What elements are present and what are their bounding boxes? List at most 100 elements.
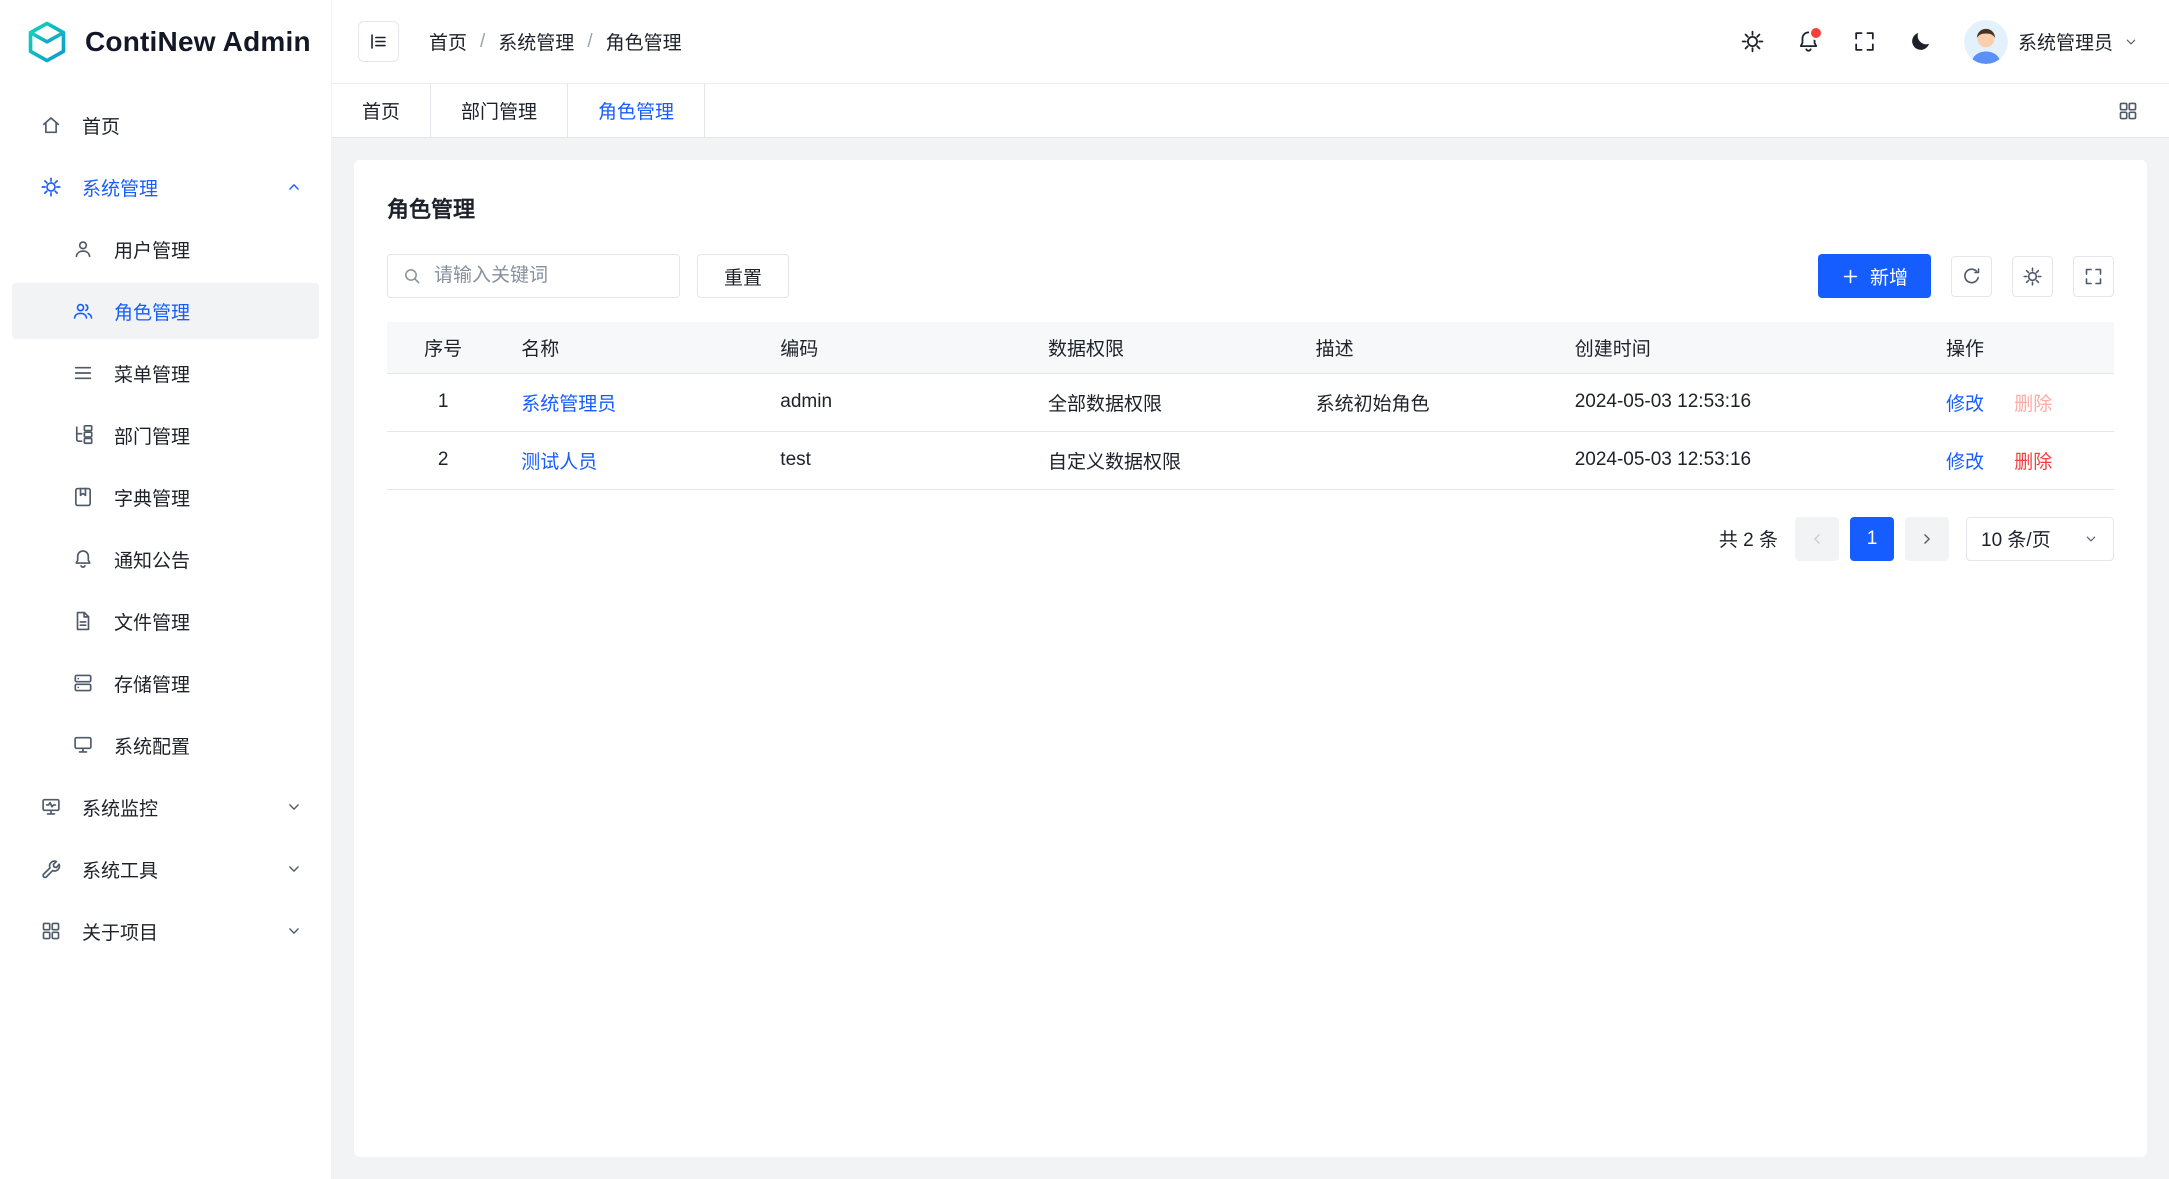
tab-home[interactable]: 首页 [332,84,431,137]
app-logo: ContiNew Admin [0,0,331,83]
table-row: 1 系统管理员 admin 全部数据权限 系统初始角色 2024-05-03 1… [387,373,2114,431]
table-toolbar: 重置 新增 [387,254,2114,298]
breadcrumb-separator: / [587,31,592,53]
sidebar-item-notice[interactable]: 通知公告 [12,531,319,587]
sidebar-item-system-tools[interactable]: 系统工具 [12,841,319,897]
refresh-icon [1961,266,1982,287]
menu-lines-icon [72,362,94,384]
search-icon [402,266,422,286]
cell-desc [1294,431,1553,489]
bell-icon [72,548,94,570]
search-input[interactable] [432,264,665,288]
sidebar-item-role-management[interactable]: 角色管理 [12,283,319,339]
tab-label: 部门管理 [461,97,537,124]
sidebar-item-label: 系统管理 [82,174,158,201]
tab-label: 角色管理 [598,97,674,124]
tab-actions-button[interactable] [2087,84,2169,137]
role-name-link[interactable]: 测试人员 [521,452,597,473]
delete-link-disabled[interactable]: 删除 [2014,394,2052,415]
sidebar: ContiNew Admin 首页 系统管理 用户管理 角色管理 [0,0,332,1179]
tree-icon [72,424,94,446]
chevron-down-icon [2123,34,2139,50]
desktop-icon [72,734,94,756]
sidebar-item-home[interactable]: 首页 [12,97,319,153]
app-title: ContiNew Admin [85,26,311,58]
table-row: 2 测试人员 test 自定义数据权限 2024-05-03 12:53:16 … [387,431,2114,489]
column-header-desc: 描述 [1294,322,1553,373]
user-name: 系统管理员 [2018,28,2113,55]
sidebar-item-label: 通知公告 [114,546,190,573]
cell-code: test [758,431,1026,489]
fullscreen-button[interactable] [1852,29,1877,54]
edit-link[interactable]: 修改 [1946,394,1984,415]
collapse-sidebar-button[interactable] [358,21,399,62]
cell-scope: 自定义数据权限 [1026,431,1294,489]
menu-fold-icon [368,31,389,52]
page-title: 角色管理 [387,192,2114,224]
pagination-total: 共 2 条 [1719,525,1778,552]
breadcrumb-item-current: 角色管理 [606,28,682,55]
roles-card: 角色管理 重置 新增 [354,160,2147,1157]
column-header-name: 名称 [499,322,758,373]
dark-mode-button[interactable] [1908,29,1933,54]
next-page-button[interactable] [1905,517,1949,561]
breadcrumb-item[interactable]: 首页 [429,28,467,55]
expand-table-button[interactable] [2073,256,2114,297]
sidebar-item-file-management[interactable]: 文件管理 [12,593,319,649]
add-button-label: 新增 [1870,263,1908,290]
reset-button[interactable]: 重置 [697,254,789,298]
notifications-button[interactable] [1796,29,1821,54]
sidebar-item-system-monitor[interactable]: 系统监控 [12,779,319,835]
sidebar-item-system-management[interactable]: 系统管理 [12,159,319,215]
prev-page-button[interactable] [1795,517,1839,561]
plus-icon [1841,267,1860,286]
tab-dept-management[interactable]: 部门管理 [431,84,568,137]
page-size-value: 10 条/页 [1981,525,2051,552]
delete-link[interactable]: 删除 [2014,452,2052,473]
cell-created: 2024-05-03 12:53:16 [1553,373,1924,431]
gear-icon [2022,266,2043,287]
tab-bar: 首页 部门管理 角色管理 [332,83,2169,138]
bell-icon [1796,29,1821,54]
gear-icon [1740,29,1765,54]
tab-role-management[interactable]: 角色管理 [568,84,705,137]
column-settings-button[interactable] [2012,256,2053,297]
sidebar-item-about-project[interactable]: 关于项目 [12,903,319,959]
column-header-created: 创建时间 [1553,322,1924,373]
sidebar-item-label: 菜单管理 [114,360,190,387]
settings-button[interactable] [1740,29,1765,54]
tab-bar-spacer [705,84,2087,137]
app-window: ContiNew Admin 首页 系统管理 用户管理 角色管理 [0,0,2169,1179]
column-header-scope: 数据权限 [1026,322,1294,373]
page-size-select[interactable]: 10 条/页 [1966,517,2114,561]
sidebar-item-user-management[interactable]: 用户管理 [12,221,319,277]
breadcrumb: 首页 / 系统管理 / 角色管理 [429,28,682,55]
fullscreen-icon [1852,29,1877,54]
refresh-button[interactable] [1951,256,1992,297]
column-header-index: 序号 [387,322,499,373]
sidebar-item-label: 首页 [82,112,120,139]
column-header-actions: 操作 [1924,322,2114,373]
chevron-down-icon [285,922,303,940]
storage-icon [72,672,94,694]
cell-desc: 系统初始角色 [1294,373,1553,431]
main-area: 首页 / 系统管理 / 角色管理 [332,0,2169,1179]
add-button[interactable]: 新增 [1818,254,1931,298]
content-area: 角色管理 重置 新增 [332,138,2169,1179]
page-1-button[interactable]: 1 [1850,517,1894,561]
avatar [1964,20,2008,64]
edit-link[interactable]: 修改 [1946,452,1984,473]
sidebar-item-storage-management[interactable]: 存储管理 [12,655,319,711]
sidebar-item-menu-management[interactable]: 菜单管理 [12,345,319,401]
role-name-link[interactable]: 系统管理员 [521,394,616,415]
sidebar-item-system-config[interactable]: 系统配置 [12,717,319,773]
sidebar-menu: 首页 系统管理 用户管理 角色管理 菜单管理 部门管理 [0,83,331,1179]
sidebar-item-dict-management[interactable]: 字典管理 [12,469,319,525]
breadcrumb-item[interactable]: 系统管理 [498,28,574,55]
user-menu[interactable]: 系统管理员 [1964,20,2139,64]
app-logo-icon [24,19,70,65]
sidebar-item-dept-management[interactable]: 部门管理 [12,407,319,463]
apps-grid-icon [2117,100,2139,122]
gear-icon [40,176,62,198]
topbar-actions: 系统管理员 [1740,20,2139,64]
